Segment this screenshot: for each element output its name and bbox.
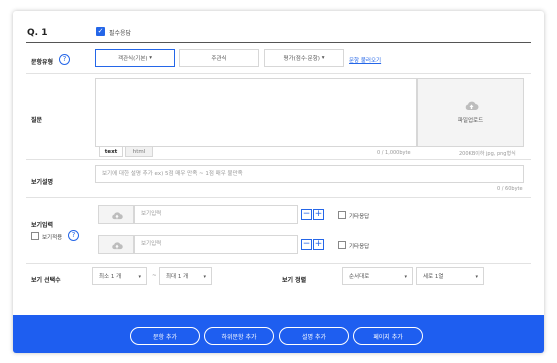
min-count-value: 최소 1 개	[99, 274, 122, 280]
select-count-label: 보기 선택수	[31, 277, 61, 284]
remove-option-button[interactable]: −	[301, 239, 312, 250]
layout-value: 세로 1열	[423, 274, 444, 280]
other-answer-checkbox[interactable]	[338, 241, 346, 249]
description-char-count: 0 / 60byte	[497, 186, 523, 192]
other-answer-checkbox[interactable]	[338, 211, 346, 219]
question-textarea[interactable]	[95, 78, 417, 147]
other-answer-label: 기타응답	[349, 244, 370, 250]
chevron-down-icon: ▾	[203, 274, 206, 280]
description-input[interactable]: 보기에 대한 설명 추가 ex) 5점 매우 만족 ~ 1점 매우 불만족	[95, 165, 524, 183]
tab-text[interactable]: text	[99, 147, 123, 157]
cloud-upload-icon	[112, 212, 123, 220]
divider	[26, 263, 531, 264]
header-divider	[26, 42, 531, 43]
type-option-objective[interactable]: 객관식(기본) ▾	[95, 49, 175, 67]
add-option-button[interactable]: +	[313, 209, 324, 220]
divider	[26, 197, 531, 198]
sort-order-select[interactable]: 순서대로 ▾	[342, 267, 413, 285]
chevron-down-icon: ▾	[475, 274, 478, 280]
chevron-down-icon: ▾	[321, 55, 325, 61]
range-separator: ~	[152, 273, 157, 279]
add-subquestion-button[interactable]: 하위문항 추가	[204, 327, 274, 345]
question-char-count: 0 / 1,000byte	[377, 150, 411, 156]
type-help-icon[interactable]: ?	[59, 54, 70, 65]
sort-label: 보기 정렬	[282, 277, 307, 284]
cloud-upload-icon	[112, 242, 123, 250]
option-input[interactable]: 보기입력	[134, 235, 298, 254]
type-option-objective-label: 객관식(기본)	[117, 56, 148, 62]
remove-option-button[interactable]: −	[301, 209, 312, 220]
option-image-upload[interactable]	[98, 235, 134, 254]
other-answer-label: 기타응답	[349, 214, 370, 220]
description-label: 보기설명	[31, 179, 54, 186]
max-count-select[interactable]: 최대 1 개 ▾	[159, 267, 212, 285]
divider	[26, 159, 531, 160]
max-count-value: 최대 1 개	[166, 274, 189, 280]
add-option-button[interactable]: +	[313, 239, 324, 250]
options-help-icon[interactable]: ?	[68, 230, 79, 241]
load-question-link[interactable]: 문항 불러오기	[349, 56, 381, 64]
type-option-rating[interactable]: 평가(점수·문항) ▾	[264, 49, 344, 67]
chevron-down-icon: ▾	[138, 274, 141, 280]
question-card: Q. 1 ✓ 필수응답 문항유형 ? 객관식(기본) ▾ 주관식 평가(점수·문…	[13, 11, 544, 353]
tab-html[interactable]: html	[125, 147, 153, 157]
type-option-subjective-label: 주관식	[211, 56, 227, 62]
sort-order-value: 순서대로	[349, 274, 370, 280]
required-label: 필수응답	[109, 30, 132, 37]
file-upload-label: 파일업로드	[457, 118, 484, 124]
type-option-subjective[interactable]: 주관식	[179, 49, 259, 67]
chevron-down-icon: ▾	[404, 274, 407, 280]
question-label: 질문	[31, 117, 43, 124]
divider	[26, 73, 531, 74]
min-count-select[interactable]: 최소 1 개 ▾	[92, 267, 147, 285]
apply-options-label: 보기적용	[42, 235, 63, 241]
apply-options-checkbox[interactable]	[31, 232, 39, 240]
file-size-hint: 200KB이하 jpg, png형식	[459, 151, 516, 157]
add-description-button[interactable]: 설명 추가	[279, 327, 349, 345]
add-question-button[interactable]: 문항 추가	[130, 327, 200, 345]
chevron-down-icon: ▾	[149, 55, 153, 61]
footer-bar: 문항 추가 하위문항 추가 설명 추가 페이지 추가	[13, 315, 544, 353]
type-option-rating-label: 평가(점수·문항)	[283, 56, 320, 62]
option-input[interactable]: 보기입력	[134, 205, 298, 224]
required-checkbox[interactable]: ✓	[96, 27, 105, 36]
question-number: Q. 1	[27, 28, 48, 38]
cloud-upload-icon	[465, 101, 479, 110]
option-image-upload[interactable]	[98, 205, 134, 224]
options-label: 보기입력	[31, 222, 54, 229]
type-label: 문항유형	[31, 59, 54, 66]
file-upload-area[interactable]: 파일업로드	[417, 78, 524, 147]
add-page-button[interactable]: 페이지 추가	[353, 327, 423, 345]
layout-select[interactable]: 세로 1열 ▾	[416, 267, 484, 285]
